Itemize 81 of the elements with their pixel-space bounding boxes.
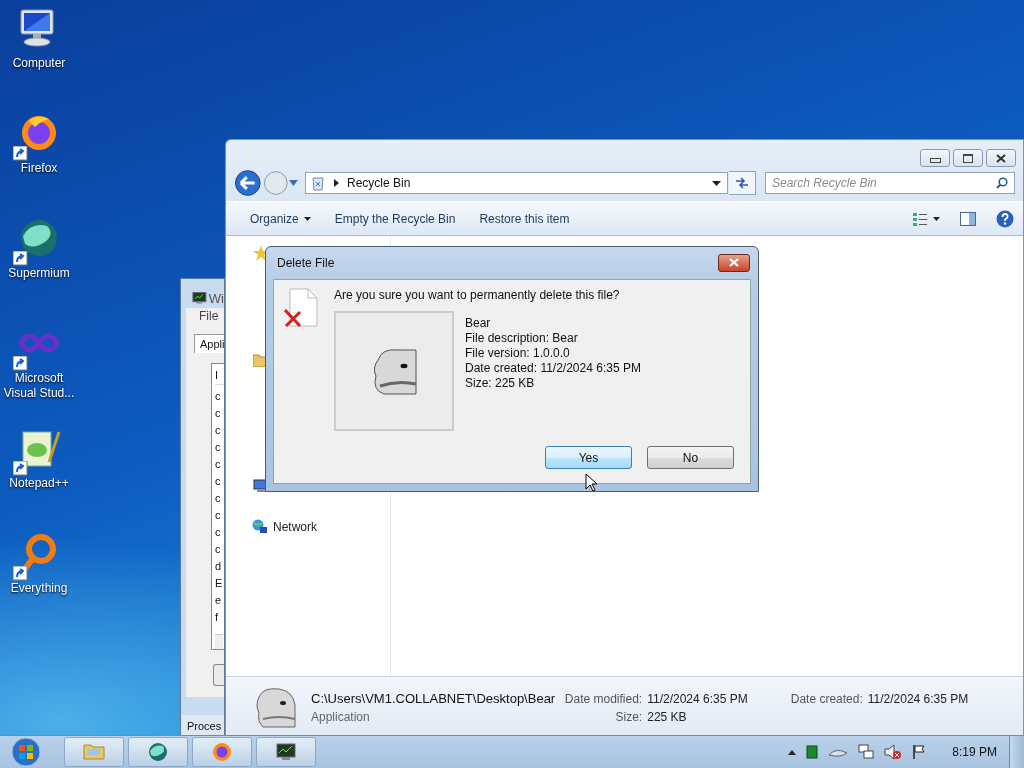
close-button[interactable]: [986, 149, 1016, 167]
list-item[interactable]: c: [215, 456, 224, 473]
file-info-text: Size: 225 KB: [465, 376, 536, 391]
field-label: Date created:: [790, 691, 863, 706]
list-item[interactable]: E: [215, 575, 224, 592]
close-icon: [729, 258, 739, 267]
globe-icon: [146, 740, 170, 764]
file-delete-icon: [284, 288, 320, 328]
recycle-bin-icon: [310, 175, 326, 191]
list-item[interactable]: c: [215, 422, 224, 439]
clock[interactable]: 8:19 PM: [952, 745, 997, 759]
preview-pane-icon[interactable]: [960, 211, 976, 226]
list-item[interactable]: f: [215, 609, 224, 626]
file-info-text: Date created: 11/2/2024 6:35 PM: [465, 361, 641, 376]
status-text: Proces: [181, 715, 224, 737]
button[interactable]: [213, 664, 224, 686]
chevron-icon: [334, 179, 339, 187]
desktop-icon-label[interactable]: Notepad++: [1, 476, 77, 491]
toolbar-button[interactable]: Empty the Recycle Bin: [326, 208, 464, 229]
dialog-title: Delete File: [277, 256, 335, 270]
list-item[interactable]: c: [215, 507, 224, 524]
no-button[interactable]: No: [647, 446, 734, 469]
search-field[interactable]: Search Recycle Bin: [765, 172, 1015, 194]
desktop-icon-label[interactable]: Firefox: [1, 161, 77, 176]
dropdown-icon[interactable]: [712, 180, 722, 186]
list-item[interactable]: d: [215, 558, 224, 575]
toolbar-button[interactable]: Organize: [242, 208, 319, 229]
column-header[interactable]: I: [215, 364, 224, 385]
speaker-muted-icon[interactable]: [884, 744, 903, 760]
file-path: C:\Users\VM1.COLLABNET\Desktop\Bear: [311, 690, 556, 706]
firefox-icon: [210, 740, 234, 764]
network-icon[interactable]: [858, 744, 875, 760]
list-item[interactable]: c: [215, 524, 224, 541]
refresh-icon: [734, 177, 751, 189]
network-icon: [252, 519, 268, 535]
monitor-icon: [192, 291, 207, 305]
desktop-icon-label[interactable]: Supermium: [1, 266, 77, 281]
file-thumbnail-icon: [253, 685, 297, 729]
file-info-text: File version: 1.0.0.0: [465, 346, 571, 361]
close-icon: [996, 153, 1006, 163]
list-item[interactable]: c: [215, 541, 224, 558]
tab[interactable]: Appli: [194, 334, 224, 353]
list-item[interactable]: c: [215, 388, 224, 405]
caret-icon: [933, 216, 940, 221]
desktop-icon-label[interactable]: Microsoft Visual Stud...: [1, 371, 77, 401]
field-label: Size:: [614, 709, 643, 724]
minimize-button[interactable]: [920, 149, 950, 167]
toolbar-button[interactable]: Restore this item: [471, 208, 578, 229]
dialog-message: Are you sure you want to permanently delete this file?: [334, 288, 621, 302]
field-value: 11/2/2024 6:35 PM: [867, 691, 969, 706]
list-item[interactable]: c: [215, 490, 224, 507]
close-button[interactable]: [718, 253, 750, 272]
view-list-icon: [912, 211, 928, 226]
desktop-icon-label[interactable]: Everything: [1, 581, 77, 596]
address-bar[interactable]: Recycle Bin: [305, 172, 729, 194]
nav-item[interactable]: Network: [252, 519, 317, 535]
file-type: Application: [311, 709, 371, 724]
search-icon: [996, 177, 1008, 189]
field-value: 225 KB: [647, 709, 688, 724]
taskbar-button[interactable]: [192, 737, 252, 767]
maximize-button[interactable]: [953, 149, 983, 167]
flag-icon[interactable]: [912, 744, 927, 760]
help-icon[interactable]: [996, 209, 1014, 228]
taskbar-button[interactable]: [128, 737, 188, 767]
list-item[interactable]: c: [215, 473, 224, 490]
file-info-text: File description: Bear: [465, 331, 579, 346]
desktop-icon-label[interactable]: Computer: [1, 56, 77, 71]
mouse-pointer-icon: [585, 473, 597, 492]
taskbar-button[interactable]: [256, 737, 316, 767]
file-info-text: Bear: [465, 316, 492, 331]
field-label: Date modified:: [563, 691, 643, 706]
refresh-button[interactable]: [729, 171, 756, 195]
yes-button[interactable]: Yes: [545, 446, 632, 469]
chip-icon[interactable]: [806, 745, 819, 759]
field-value: 11/2/2024 6:35 PM: [647, 691, 749, 706]
window-title: Wi: [208, 290, 224, 306]
back-button[interactable]: [234, 169, 262, 197]
list-item[interactable]: c: [215, 405, 224, 422]
list-item[interactable]: e: [215, 592, 224, 609]
caret-up-icon[interactable]: [788, 749, 797, 755]
list-item[interactable]: c: [215, 439, 224, 456]
